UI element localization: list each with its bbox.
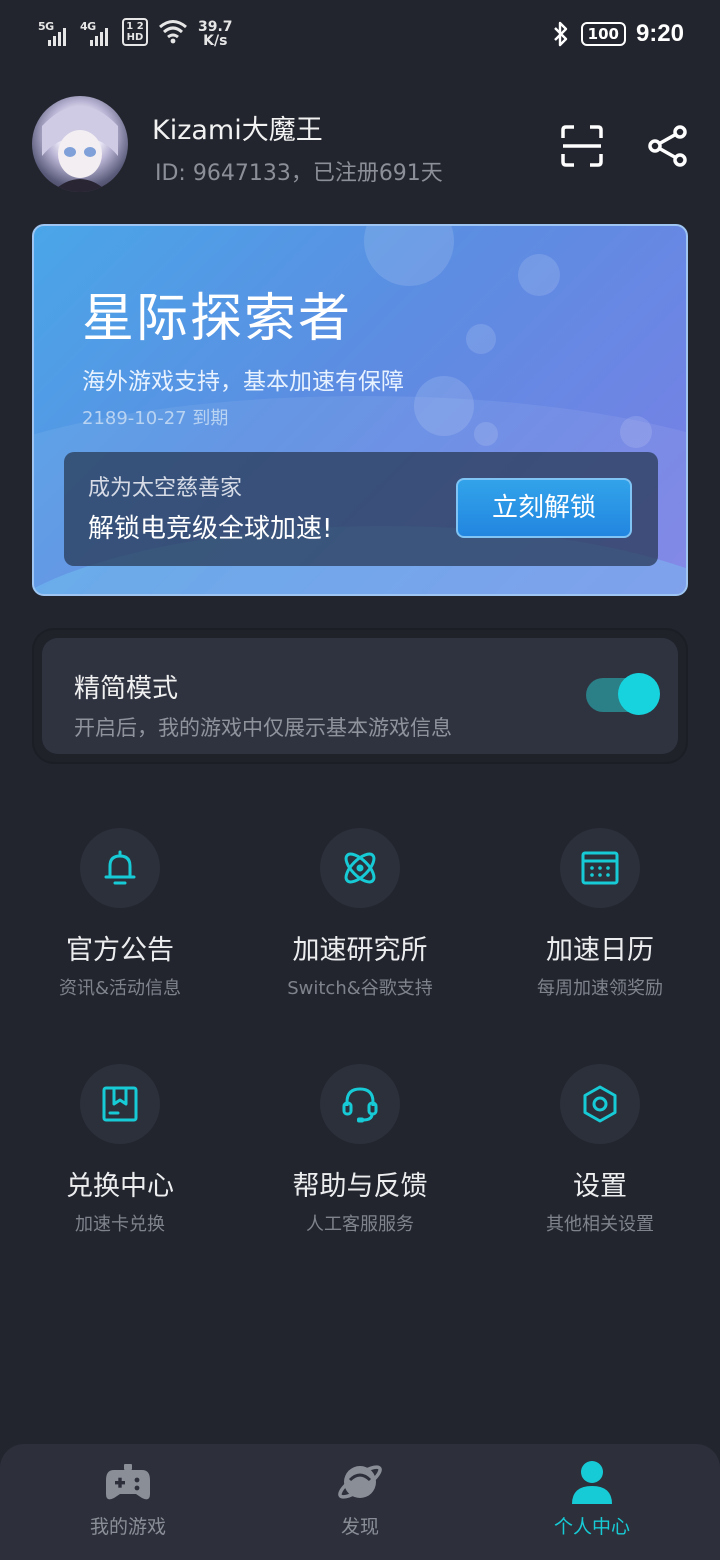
simple-mode-toggle[interactable] [586,673,660,715]
menu-sublabel: 人工客服服务 [306,1214,414,1235]
nav-my-games[interactable]: 我的游戏 [8,1444,248,1560]
planet-icon [338,1465,382,1499]
card-bubble [414,376,474,436]
menu-lab[interactable]: 加速研究所 Switch&谷歌支持 [240,828,480,1008]
simple-mode-panel: 精简模式 开启后，我的游戏中仅展示基本游戏信息 [32,628,688,764]
menu-label: 加速研究所 [292,935,428,966]
card-bubble [620,416,652,448]
menu-label: 兑换中心 [66,1171,174,1202]
bell-icon [104,850,136,885]
signal-4g-icon: 4G [80,18,112,48]
membership-title: 星际探索者 [82,289,353,349]
membership-expiry: 2189-10-27 到期 [82,408,229,429]
nav-label: 发现 [340,1516,379,1538]
card-bubble [466,324,496,354]
menu-label: 设置 [573,1171,627,1202]
hd-voice-icon: 1 2 HD [122,18,148,46]
menu-sublabel: 每周加速领奖励 [537,978,663,999]
avatar-image [42,106,118,192]
promo-line-2: 解锁电竞级全球加速! [88,514,333,544]
menu-sublabel: 其他相关设置 [546,1214,654,1235]
menu-label: 加速日历 [546,935,654,966]
avatar[interactable] [32,96,128,192]
menu-sublabel: Switch&谷歌支持 [287,978,433,999]
gamepad-icon [106,1464,150,1500]
menu-announcements[interactable]: 官方公告 资讯&活动信息 [0,828,240,1008]
person-icon [572,1461,612,1504]
card-bubble [518,254,560,296]
settings-hexagon-icon [583,1085,617,1123]
nav-discover[interactable]: 发现 [240,1444,480,1560]
bluetooth-icon [553,21,567,47]
username: Kizami大魔王 [152,115,323,146]
clock: 9:20 [635,20,684,47]
wifi-icon [159,20,187,44]
card-bubble [474,422,498,446]
menu-help[interactable]: 帮助与反馈 人工客服服务 [240,1064,480,1244]
menu-settings[interactable]: 设置 其他相关设置 [480,1064,720,1244]
bottom-nav: 我的游戏 发现 个人中心 [0,1444,720,1560]
nav-label: 我的游戏 [89,1516,166,1538]
share-icon[interactable] [646,124,690,168]
battery-indicator: 100 [580,22,626,46]
menu-calendar[interactable]: 加速日历 每周加速领奖励 [480,828,720,1008]
promo-line-1: 成为太空慈善家 [88,476,243,501]
nav-profile[interactable]: 个人中心 [472,1444,712,1560]
menu-label: 帮助与反馈 [292,1171,428,1202]
toggle-knob [618,673,660,715]
membership-subtitle: 海外游戏支持，基本加速有保障 [82,369,404,395]
status-bar: 5G 4G 1 2 HD 39.7 K/s 100 9:20 [0,0,720,72]
menu-label: 官方公告 [66,935,174,966]
atom-icon [344,852,376,884]
nav-label: 个人中心 [553,1516,630,1538]
menu-sublabel: 加速卡兑换 [75,1214,165,1235]
membership-card[interactable]: 星际探索者 海外游戏支持，基本加速有保障 2189-10-27 到期 成为太空慈… [32,224,688,596]
menu-redeem[interactable]: 兑换中心 加速卡兑换 [0,1064,240,1244]
unlock-button[interactable]: 立刻解锁 [456,478,632,538]
simple-mode-title: 精简模式 [74,674,179,704]
calendar-icon [581,851,619,885]
upgrade-promo: 成为太空慈善家 解锁电竞级全球加速! 立刻解锁 [64,452,658,566]
network-speed: 39.7 K/s [198,19,233,49]
menu-sublabel: 资讯&活动信息 [58,978,182,999]
scan-icon[interactable] [560,124,604,168]
gift-box-icon [102,1086,138,1122]
user-id: ID: 9647133，已注册691天 [155,161,443,186]
card-bubble [364,226,454,286]
signal-5g-icon: 5G [38,18,70,48]
simple-mode-description: 开启后，我的游戏中仅展示基本游戏信息 [74,716,452,740]
headset-icon [342,1087,378,1123]
